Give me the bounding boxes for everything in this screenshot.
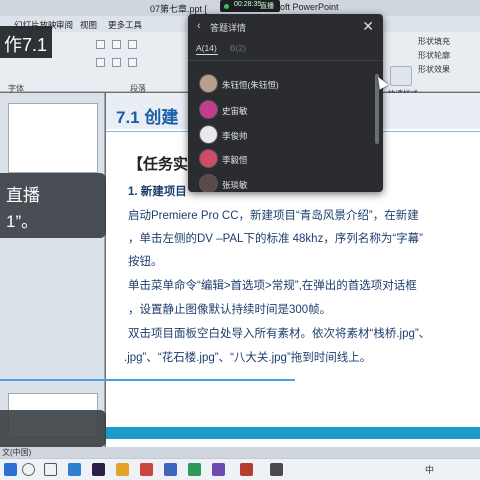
user-name: 张琰敏	[222, 180, 248, 190]
user-name: 李毅恒	[222, 155, 248, 165]
tab-more-tools[interactable]: 更多工具	[108, 19, 142, 31]
step-title: 1. 新建项目	[128, 186, 187, 198]
back-icon[interactable]: ‹	[197, 20, 201, 32]
format-icon[interactable]	[128, 40, 137, 49]
shape-fill-button[interactable]: 形状填充	[418, 36, 450, 47]
store-icon[interactable]	[212, 463, 225, 476]
user-name: 朱钰恒(朱钰恒)	[222, 80, 279, 90]
caption-overlay: 作7.1	[0, 26, 52, 58]
recording-time: 00:28:35	[234, 1, 262, 8]
shape-effects-button[interactable]: 形状效果	[418, 64, 450, 75]
tab-review[interactable]: 审阅	[56, 19, 73, 31]
recording-indicator: 00:28:35 直播中	[220, 0, 280, 20]
format-icon[interactable]	[96, 58, 105, 67]
windows-icon[interactable]	[4, 463, 17, 476]
tab-option-a[interactable]: A(14)	[196, 43, 217, 53]
caption-text: 1”。	[6, 212, 39, 231]
mail-icon[interactable]	[240, 463, 253, 476]
list-item[interactable]: 史宙敏	[188, 98, 373, 124]
slide-thumbnail-pane	[0, 93, 105, 448]
ime-indicator[interactable]: 中	[425, 463, 434, 476]
paragraph-line: 按钮。	[128, 256, 163, 268]
panel-title: 答题详情	[210, 23, 247, 33]
taskview-icon[interactable]	[44, 463, 57, 476]
word-icon[interactable]	[164, 463, 177, 476]
status-bar: 文(中国)	[0, 447, 480, 458]
slide-footer-band	[106, 427, 480, 439]
ie-icon[interactable]	[270, 463, 283, 476]
list-item[interactable]: 李俊帅	[188, 123, 373, 149]
language-status: 文(中国)	[2, 448, 32, 457]
caption-text: 作7.1	[4, 35, 48, 55]
taskbar: 中	[0, 458, 480, 480]
format-icon[interactable]	[96, 40, 105, 49]
paragraph-line: .jpg”、“花石楼.jpg”、“八大关.jpg”拖到时间线上。	[124, 352, 372, 364]
user-list[interactable]: 朱钰恒(朱钰恒) 史宙敏 李俊帅 李毅恒 张琰敏	[188, 61, 383, 192]
avatar	[199, 100, 218, 119]
paragraph-line: 启动Premiere Pro CC，新建项目“青岛风景介绍”，在新建	[128, 210, 419, 222]
app-title: oft PowerPoint	[280, 2, 339, 12]
slide-title: 7.1 创建	[116, 108, 179, 127]
list-item[interactable]: 李毅恒	[188, 147, 373, 173]
section-title: 【任务实	[128, 156, 189, 173]
user-name: 史宙敏	[222, 106, 248, 116]
avatar	[199, 174, 218, 192]
tab-option-b[interactable]: B(2)	[230, 43, 246, 53]
chrome-icon[interactable]	[188, 463, 201, 476]
edge-icon[interactable]	[68, 463, 81, 476]
close-icon[interactable]: ✕	[362, 18, 374, 35]
quick-styles-icon[interactable]	[390, 66, 412, 86]
list-item[interactable]: 朱钰恒(朱钰恒)	[188, 72, 373, 98]
caption-overlay	[0, 410, 106, 447]
tab-view[interactable]: 视图	[80, 19, 97, 31]
paragraph-line: ，单击左侧的DV –PAL下的标准 48khz，序列名称为“字幕”	[128, 233, 423, 245]
list-item[interactable]: 张琰敏	[188, 172, 373, 192]
paragraph-line: ，设置静止图像默认持续时间是300帧。	[128, 304, 332, 316]
caption-text: 直播	[6, 186, 40, 205]
user-name: 李俊帅	[222, 131, 248, 141]
tab-indicator	[196, 54, 218, 55]
panel-header: ‹ 答题详情 ✕	[188, 14, 383, 40]
paragraph-line: 双击项目面板空白处导入所有素材。依次将素材“栈桥.jpg”、	[128, 328, 431, 340]
format-icon[interactable]	[112, 58, 121, 67]
search-icon[interactable]	[22, 463, 35, 476]
avatar	[199, 125, 218, 144]
shape-outline-button[interactable]: 形状轮廓	[418, 50, 450, 61]
slide-thumbnail[interactable]	[8, 103, 98, 173]
explorer-icon[interactable]	[116, 463, 129, 476]
powerpoint-icon[interactable]	[140, 463, 153, 476]
format-icon[interactable]	[112, 40, 121, 49]
avatar	[199, 149, 218, 168]
record-dot-icon	[224, 4, 229, 9]
progress-line	[0, 379, 295, 381]
avatar	[199, 74, 218, 93]
premiere-icon[interactable]	[92, 463, 105, 476]
answer-details-panel: ‹ 答题详情 ✕ A(14) B(2) 朱钰恒(朱钰恒) 史宙敏 李俊帅 李毅恒…	[188, 14, 383, 192]
caption-overlay: 直播 1”。	[0, 173, 106, 238]
paragraph-line: 单击菜单命令“编辑>首选项>常规”,在弹出的首选项对话框	[128, 280, 417, 292]
format-icon[interactable]	[128, 58, 137, 67]
